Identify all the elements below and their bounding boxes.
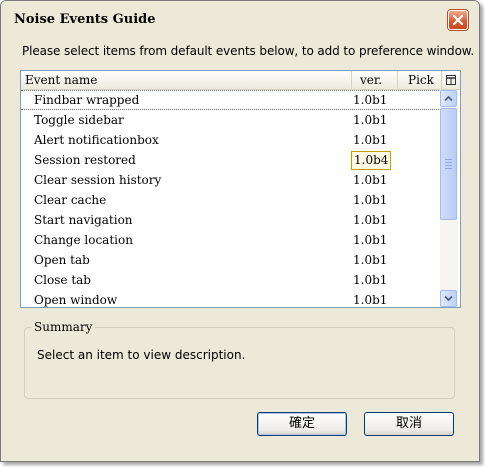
chevron-down-icon xyxy=(444,295,453,302)
column-picker-button[interactable] xyxy=(441,71,460,89)
table-row[interactable]: Findbar wrapped 1.0b1 xyxy=(21,90,439,110)
thumb-grip-line xyxy=(445,168,452,169)
scroll-up-button[interactable] xyxy=(440,90,457,107)
table-row[interactable]: Close tab 1.0b1 xyxy=(21,270,439,290)
event-version: 1.0b1 xyxy=(353,233,388,247)
event-version: 1.0b1 xyxy=(353,173,388,187)
scroll-down-button[interactable] xyxy=(440,290,457,307)
table-row[interactable]: Clear session history 1.0b1 xyxy=(21,170,439,190)
column-header-pick[interactable]: Pick xyxy=(397,71,441,89)
event-name: Clear cache xyxy=(34,193,107,207)
table-row[interactable]: Clear cache 1.0b1 xyxy=(21,190,439,210)
event-version: 1.0b1 xyxy=(353,93,388,107)
chevron-up-icon xyxy=(444,95,453,102)
event-version: 1.0b1 xyxy=(353,273,388,287)
thumb-grip-line xyxy=(445,162,452,163)
event-version: 1.0b1 xyxy=(353,213,388,227)
event-version: 1.0b1 xyxy=(353,133,388,147)
event-name: Open window xyxy=(34,293,118,307)
column-header-event-name[interactable]: Event name xyxy=(25,71,345,89)
event-version: 1.0b1 xyxy=(353,113,388,127)
tree-rows: Findbar wrapped 1.0b1 Toggle sidebar 1.0… xyxy=(21,90,439,310)
close-icon xyxy=(452,14,464,26)
table-row[interactable]: Open tab 1.0b1 xyxy=(21,250,439,270)
event-name: Close tab xyxy=(34,273,91,287)
table-row[interactable]: Alert notificationbox 1.0b1 xyxy=(21,130,439,150)
thumb-grip-line xyxy=(445,165,452,166)
table-row[interactable]: Change location 1.0b1 xyxy=(21,230,439,250)
event-version-highlighted: 1.0b4 xyxy=(351,151,392,170)
dialog-window: Noise Events Guide Please select items f… xyxy=(0,0,480,462)
vertical-scrollbar[interactable] xyxy=(440,90,458,307)
column-header-version[interactable]: ver. xyxy=(351,71,397,89)
events-tree[interactable]: Event name ver. Pick Findbar wrapped 1.0… xyxy=(20,70,461,308)
table-row[interactable]: Session restored 1.0b4 xyxy=(21,150,439,170)
summary-legend: Summary xyxy=(31,320,96,334)
close-button[interactable] xyxy=(448,10,468,30)
event-name: Open tab xyxy=(34,253,90,267)
event-name: Alert notificationbox xyxy=(34,133,159,147)
table-row[interactable]: Toggle sidebar 1.0b1 xyxy=(21,110,439,130)
tree-header: Event name ver. Pick xyxy=(21,71,460,90)
title-bar[interactable]: Noise Events Guide xyxy=(1,1,479,31)
event-name: Findbar wrapped xyxy=(34,93,140,107)
thumb-grip-line xyxy=(445,159,452,160)
event-version: 1.0b1 xyxy=(353,293,388,307)
event-name: Toggle sidebar xyxy=(34,113,124,127)
event-name: Session restored xyxy=(34,153,136,167)
cancel-button[interactable]: 取消 xyxy=(364,412,454,436)
event-name: Clear session history xyxy=(34,173,162,187)
event-name: Change location xyxy=(34,233,133,247)
table-row[interactable]: Open window 1.0b1 xyxy=(21,290,439,310)
scrollbar-thumb[interactable] xyxy=(440,108,457,220)
summary-description: Select an item to view description. xyxy=(37,348,246,362)
instruction-text: Please select items from default events … xyxy=(22,44,475,58)
table-row[interactable]: Start navigation 1.0b1 xyxy=(21,210,439,230)
column-picker-icon xyxy=(446,75,456,85)
ok-button[interactable]: 確定 xyxy=(257,412,347,436)
event-version: 1.0b1 xyxy=(353,253,388,267)
event-version: 1.0b1 xyxy=(353,193,388,207)
summary-groupbox: Summary Select an item to view descripti… xyxy=(24,320,455,399)
window-title: Noise Events Guide xyxy=(14,12,156,27)
event-name: Start navigation xyxy=(34,213,133,227)
